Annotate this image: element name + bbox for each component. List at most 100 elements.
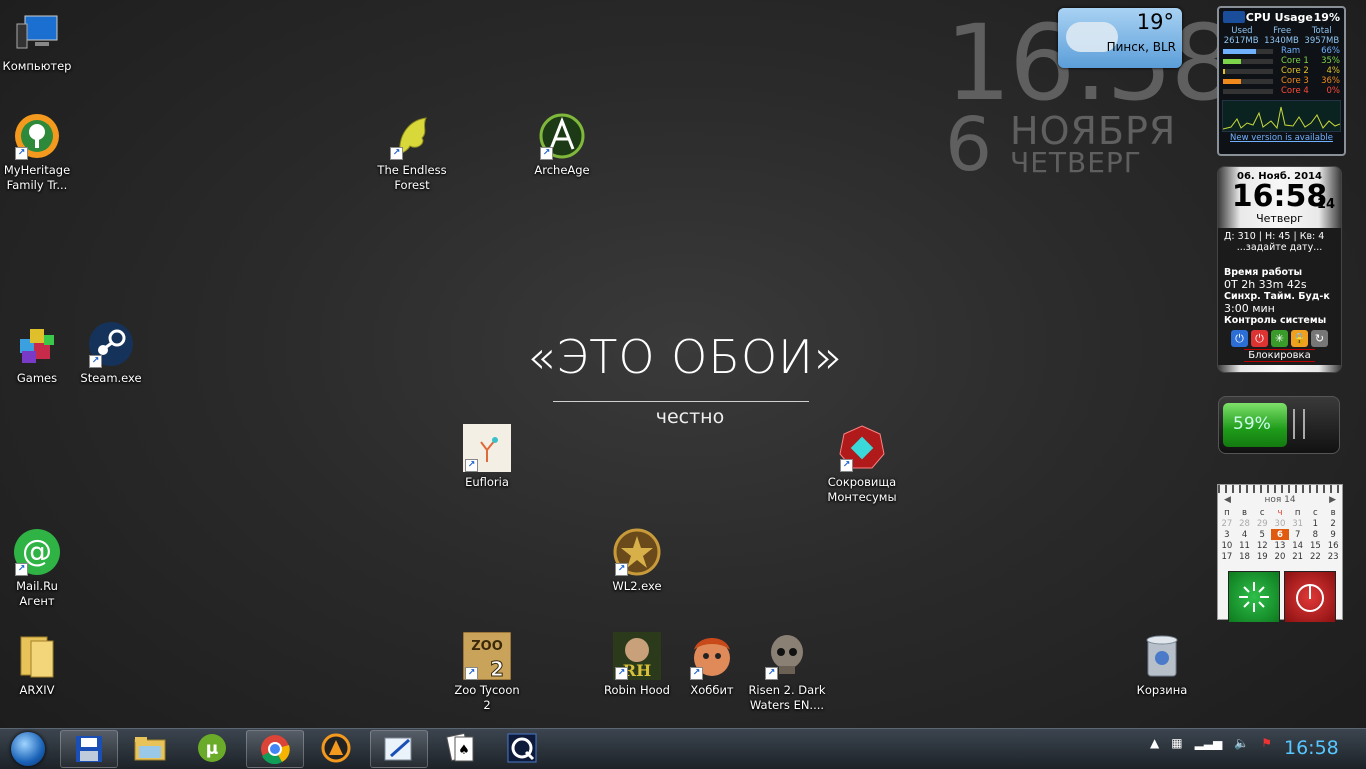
desktop-icon-montezuma[interactable]: ↗ Сокровища Монтесумы — [817, 424, 907, 505]
desktop-icon-steam[interactable]: ↗ Steam.exe — [66, 320, 156, 386]
icon-label: WL2.exe — [612, 579, 662, 593]
cpu-header-used: Used — [1231, 26, 1253, 36]
logoff-icon[interactable]: ↻ — [1311, 330, 1328, 347]
calendar-prev-icon[interactable]: ◀ — [1224, 495, 1231, 505]
system-clock-gadget[interactable]: 06. Нояб. 2014 16:58 14 Четверг Д: 310 |… — [1217, 166, 1342, 373]
cpu-row-name: Core 4 — [1281, 86, 1309, 96]
calendar-day[interactable]: 15 — [1307, 540, 1325, 551]
weather-gadget[interactable]: 19° Пинск, BLR — [1058, 8, 1182, 68]
desktop-icon-computer[interactable]: Компьютер — [0, 8, 82, 74]
shutdown-icon[interactable]: ⏻ — [1251, 330, 1268, 347]
power-icon[interactable]: ⏻ — [1231, 330, 1248, 347]
taskbar-qip[interactable] — [494, 730, 550, 766]
wallpaper-title: «ЭТО ОБОИ» — [526, 330, 844, 384]
calendar-day[interactable]: 20 — [1271, 551, 1289, 562]
tray-signal-icon[interactable]: ▂▃▅ — [1195, 736, 1223, 750]
taskbar-save-app[interactable] — [60, 730, 118, 768]
desktop-icon-endless-forest[interactable]: ↗ The Endless Forest — [367, 112, 457, 193]
tray-network-device-icon[interactable]: ▦ — [1171, 736, 1182, 750]
calendar-day[interactable]: 12 — [1253, 540, 1271, 551]
calendar-day[interactable]: 21 — [1289, 551, 1307, 562]
taskbar-editor[interactable] — [370, 730, 428, 768]
cpu-header-total: Total — [1311, 26, 1332, 36]
calendar-day[interactable]: 6 — [1271, 529, 1289, 540]
cpu-graph-line — [1222, 106, 1341, 130]
taskbar-clock[interactable]: 16:58 — [1284, 737, 1339, 759]
calendar-day[interactable]: 9 — [1324, 529, 1342, 540]
shortcut-arrow-icon: ↗ — [15, 563, 28, 576]
calendar-weekday: в — [1242, 507, 1248, 518]
start-button[interactable] — [2, 730, 54, 768]
calendar-next-icon[interactable]: ▶ — [1329, 495, 1336, 505]
tray-show-hidden-icon[interactable]: ▲ — [1150, 736, 1159, 750]
desktop-icon-mailru[interactable]: @ ↗ Mail.Ru Агент — [0, 528, 82, 609]
calendar-day[interactable]: 5 — [1253, 529, 1271, 540]
calendar-day[interactable]: 4 — [1236, 529, 1254, 540]
calendar-day[interactable]: 23 — [1324, 551, 1342, 562]
calendar-day[interactable]: 19 — [1253, 551, 1271, 562]
cpu-gadget[interactable]: CPU Usage 19% Used Free Total 2617MB 134… — [1217, 6, 1346, 156]
taskbar-explorer[interactable] — [122, 730, 178, 766]
calendar-day[interactable]: 30 — [1271, 518, 1289, 529]
calendar-day[interactable]: 18 — [1236, 551, 1254, 562]
tray-flag-icon[interactable]: ⚑ — [1261, 736, 1272, 750]
cpu-title: CPU Usage — [1245, 10, 1313, 24]
sleep-button[interactable] — [1228, 571, 1280, 623]
taskbar-aimp[interactable] — [308, 730, 364, 766]
recycle-bin-icon — [1138, 632, 1186, 680]
calendar-day[interactable]: 11 — [1236, 540, 1254, 551]
icon-label: Сокровища Монтесумы — [827, 475, 897, 504]
lock-icon[interactable]: 🔒 — [1291, 330, 1308, 347]
sleep-icon[interactable]: ✳ — [1271, 330, 1288, 347]
folder-icon — [13, 632, 61, 680]
desktop-icon-eufloria[interactable]: ↗ Eufloria — [442, 424, 532, 490]
taskbar-utorrent[interactable]: µ — [184, 730, 240, 766]
cpu-header-free: Free — [1273, 26, 1292, 36]
desktop-icon-archeage[interactable]: ↗ ArcheAge — [517, 112, 607, 178]
calendar-day[interactable]: 10 — [1218, 540, 1236, 551]
desktop-icon-risen[interactable]: ↗ Risen 2. Dark Waters EN.... — [742, 632, 832, 713]
tray-volume-icon[interactable]: 🔈 — [1234, 736, 1249, 750]
calendar-day[interactable]: 3 — [1218, 529, 1236, 540]
steam-icon: ↗ — [87, 320, 135, 368]
desktop-icon-myheritage[interactable]: ↗ MyHeritage Family Tr... — [0, 112, 82, 193]
calendar-day[interactable]: 13 — [1271, 540, 1289, 551]
desktop-icon-wl2[interactable]: ↗ WL2.exe — [592, 528, 682, 594]
calendar-day[interactable]: 7 — [1289, 529, 1307, 540]
desktop-icon-arxiv[interactable]: ARXIV — [0, 632, 82, 698]
icon-label: ARXIV — [19, 683, 55, 697]
shortcut-arrow-icon: ↗ — [840, 459, 853, 472]
calendar-day[interactable]: 31 — [1289, 518, 1307, 529]
taskbar-chrome[interactable] — [246, 730, 304, 768]
mailru-at-icon: @ ↗ — [13, 528, 61, 576]
desktop-icon-recycle-bin[interactable]: Корзина — [1117, 632, 1207, 698]
calendar-day[interactable]: 22 — [1307, 551, 1325, 562]
wallpaper-divider — [553, 401, 809, 402]
calendar-day[interactable]: 29 — [1253, 518, 1271, 529]
svg-text:♠: ♠ — [458, 743, 470, 758]
calendar-day[interactable]: 28 — [1236, 518, 1254, 529]
uptime-label: Время работы — [1224, 267, 1303, 278]
calendar-day[interactable]: 16 — [1324, 540, 1342, 551]
calendar-day[interactable]: 8 — [1307, 529, 1325, 540]
calendar-day[interactable]: 14 — [1289, 540, 1307, 551]
desktop-icon-zoo-tycoon[interactable]: ZOO 2 ↗ Zoo Tycoon 2 — [442, 632, 532, 713]
taskbar-solitaire[interactable]: ♠ — [432, 730, 488, 766]
calendar-day[interactable]: 17 — [1218, 551, 1236, 562]
battery-gadget: 59% — [1218, 396, 1340, 454]
calendar-day[interactable]: 1 — [1307, 518, 1325, 529]
calendar-day[interactable]: 2 — [1324, 518, 1342, 529]
sys-line2[interactable]: ...задайте дату... — [1224, 242, 1335, 253]
myheritage-tree-icon: ↗ — [13, 112, 61, 160]
calendar-weekday: с — [1259, 507, 1265, 518]
cpu-row-name: Ram — [1281, 46, 1301, 56]
shortcut-arrow-icon: ↗ — [540, 147, 553, 160]
burst-icon — [1239, 582, 1269, 612]
lock-button[interactable]: Блокировка — [1244, 349, 1315, 362]
new-version-link[interactable]: New version is available — [1219, 133, 1344, 143]
calendar-month: ноя 14 — [1264, 495, 1296, 505]
calendar-weekday: п — [1224, 507, 1230, 518]
skull-icon: ↗ — [763, 632, 811, 680]
shutdown-button[interactable] — [1284, 571, 1336, 623]
calendar-day[interactable]: 27 — [1218, 518, 1236, 529]
